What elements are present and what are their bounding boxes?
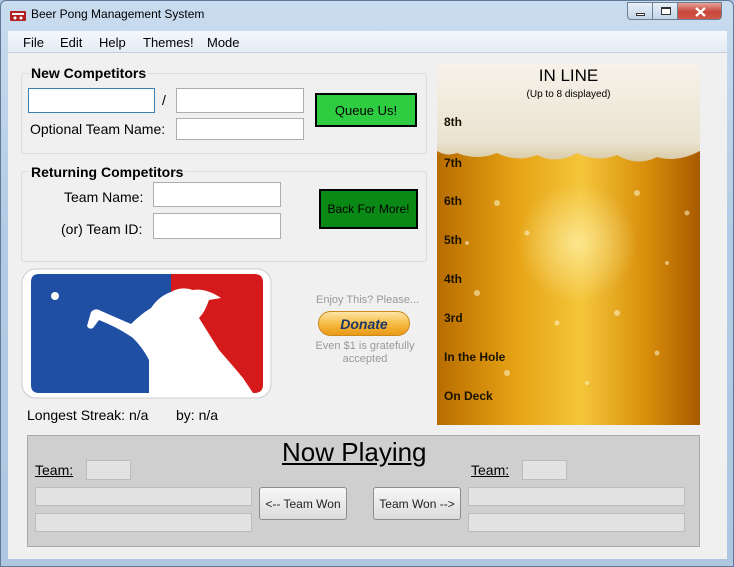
beer-background <box>437 63 700 425</box>
queue-button[interactable]: Queue Us! <box>315 93 417 127</box>
new-competitors-title: New Competitors <box>29 65 149 81</box>
donate-note: Even $1 is gratefully accepted <box>315 340 415 365</box>
queue-slot-in-the-hole: In the Hole <box>444 350 506 364</box>
close-button[interactable] <box>677 2 722 20</box>
queue-slot-6th: 6th <box>444 194 462 208</box>
minimize-button[interactable] <box>627 2 653 20</box>
minimize-icon <box>636 13 645 16</box>
left-team-id-box <box>86 460 131 480</box>
returning-team-name-label: Team Name: <box>64 189 144 205</box>
beer-pong-logo <box>21 268 272 399</box>
returning-team-id-label: (or) Team ID: <box>61 221 143 237</box>
queue-slot-on-deck: On Deck <box>444 389 493 403</box>
player1-input[interactable] <box>28 88 155 113</box>
right-player1-box <box>468 487 685 506</box>
team-name-input[interactable] <box>176 118 304 140</box>
player2-input[interactable] <box>176 88 304 113</box>
left-player1-box <box>35 487 252 506</box>
returning-team-name-input[interactable] <box>153 182 281 207</box>
left-player2-box <box>35 513 252 532</box>
queue-panel <box>437 63 700 425</box>
menu-mode[interactable]: Mode <box>207 35 240 50</box>
right-team-id-box <box>522 460 567 480</box>
queue-title: IN LINE <box>538 66 599 85</box>
longest-streak-text: Longest Streak: n/a <box>27 407 149 423</box>
maximize-icon <box>661 7 671 15</box>
maximize-button[interactable] <box>652 2 678 20</box>
app-icon <box>10 11 26 21</box>
returning-competitors-title: Returning Competitors <box>29 164 186 180</box>
left-team-won-button[interactable]: <-- Team Won <box>259 487 347 520</box>
right-team-label: Team: <box>471 462 510 478</box>
menu-themes[interactable]: Themes! <box>143 35 194 50</box>
right-team-won-button[interactable]: Team Won --> <box>373 487 461 520</box>
donate-prompt: Enjoy This? Please... <box>316 294 420 306</box>
menu-edit[interactable]: Edit <box>60 35 82 50</box>
name-separator: / <box>162 92 166 108</box>
title-bar[interactable]: Beer Pong Management System <box>1 1 733 30</box>
close-icon <box>695 7 706 17</box>
returning-team-id-input[interactable] <box>153 213 281 239</box>
right-player2-box <box>468 513 685 532</box>
donate-button[interactable]: Donate <box>318 311 410 336</box>
queue-slot-5th: 5th <box>444 233 462 247</box>
left-team-label: Team: <box>35 462 74 478</box>
streak-holder-text: by: n/a <box>176 407 219 423</box>
menu-bar: File Edit Help Themes! Mode <box>8 31 727 53</box>
queue-slot-8th: 8th <box>444 115 462 129</box>
back-for-more-button[interactable]: Back For More! <box>319 189 418 229</box>
queue-slot-7th: 7th <box>444 156 462 170</box>
queue-slot-4th: 4th <box>444 272 462 286</box>
menu-help[interactable]: Help <box>99 35 126 50</box>
team-name-label: Optional Team Name: <box>30 121 166 137</box>
queue-subtitle: (Up to 8 displayed) <box>526 89 611 100</box>
menu-file[interactable]: File <box>23 35 44 50</box>
now-playing-title: Now Playing <box>282 437 427 467</box>
app-window: Beer Pong Management System File Edit He… <box>0 0 734 567</box>
queue-slot-3rd: 3rd <box>444 311 463 325</box>
window-title: Beer Pong Management System <box>31 7 205 21</box>
